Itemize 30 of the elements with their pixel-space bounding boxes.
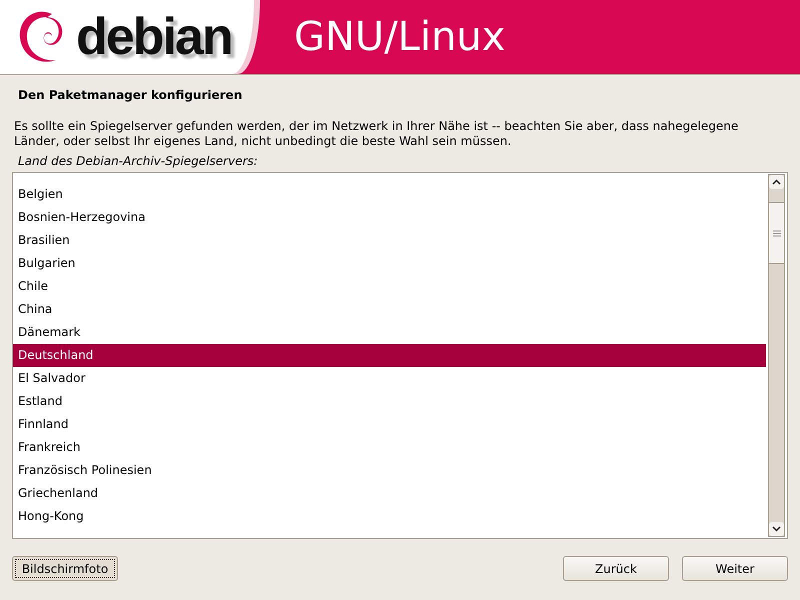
country-item[interactable]: Brasilien (13, 229, 766, 252)
country-item[interactable]: Dänemark (13, 321, 766, 344)
scrollbar[interactable] (768, 174, 785, 537)
country-item[interactable]: Bulgarien (13, 252, 766, 275)
page-title: Den Paketmanager konfigurieren (18, 88, 244, 104)
list-label: Land des Debian-Archiv-Spiegelservers: (18, 154, 259, 170)
country-item[interactable]: China (13, 298, 766, 321)
country-item[interactable]: Französisch Polinesien (13, 459, 766, 482)
country-item[interactable]: Finnland (13, 413, 766, 436)
back-button[interactable]: Zurück (563, 556, 669, 581)
caret-up-icon (772, 179, 781, 185)
country-item[interactable]: Deutschland (13, 344, 766, 367)
country-item[interactable]: Griechenland (13, 482, 766, 505)
caret-down-icon (772, 526, 781, 532)
scroll-down-button[interactable] (769, 522, 784, 536)
next-button[interactable]: Weiter (682, 556, 788, 581)
screenshot-button[interactable]: Bildschirmfoto (12, 556, 118, 581)
country-item[interactable]: Frankreich (13, 436, 766, 459)
banner-title: GNU/Linux (294, 17, 506, 57)
country-item[interactable]: Bosnien-Herzegovina (13, 206, 766, 229)
scroll-thumb[interactable] (769, 202, 784, 264)
country-item[interactable]: El Salvador (13, 367, 766, 390)
country-item[interactable]: Chile (13, 275, 766, 298)
country-item[interactable]: Belgien (13, 183, 766, 206)
grip-icon (772, 230, 780, 236)
logo-text: debian (76, 11, 232, 63)
country-item[interactable]: Estland (13, 390, 766, 413)
description-text: Es sollte ein Spiegelserver gefunden werden, der im Netzwerk in Ihrer Nähe ist -- beachten Sie aber, dass nahegelegene Länder, oder selbst Ihr eigenes Land, nicht unbedingt die beste Wahl sein müssen. (14, 119, 740, 149)
country-item[interactable]: Hong-Kong (13, 505, 766, 528)
scroll-up-button[interactable] (769, 175, 784, 189)
